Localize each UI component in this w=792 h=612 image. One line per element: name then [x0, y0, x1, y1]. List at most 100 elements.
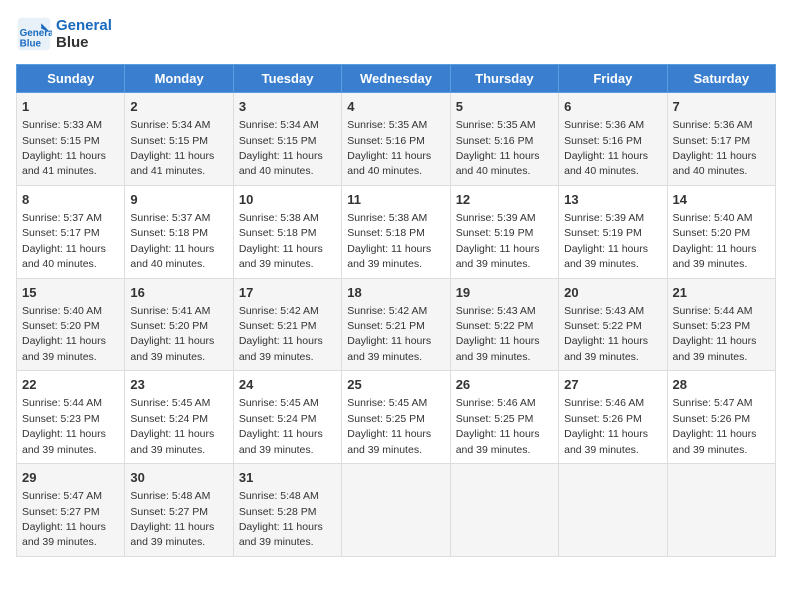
day-number: 15	[22, 284, 119, 302]
sunset-info: Sunset: 5:22 PM	[564, 320, 642, 332]
day-number: 25	[347, 376, 444, 394]
sunset-info: Sunset: 5:15 PM	[22, 135, 100, 147]
daylight-info: Daylight: 11 hours and 40 minutes.	[239, 150, 323, 177]
sunset-info: Sunset: 5:27 PM	[22, 506, 100, 518]
daylight-info: Daylight: 11 hours and 41 minutes.	[22, 150, 106, 177]
sunrise-info: Sunrise: 5:42 AM	[239, 305, 319, 317]
calendar-row: 29 Sunrise: 5:47 AM Sunset: 5:27 PM Dayl…	[17, 464, 776, 557]
day-number: 22	[22, 376, 119, 394]
sunrise-info: Sunrise: 5:45 AM	[239, 397, 319, 409]
sunset-info: Sunset: 5:27 PM	[130, 506, 208, 518]
daylight-info: Daylight: 11 hours and 39 minutes.	[456, 428, 540, 455]
sunset-info: Sunset: 5:18 PM	[347, 227, 425, 239]
dow-header: Monday	[125, 65, 233, 93]
calendar-cell	[342, 464, 450, 557]
calendar-cell: 25 Sunrise: 5:45 AM Sunset: 5:25 PM Dayl…	[342, 371, 450, 464]
sunset-info: Sunset: 5:24 PM	[239, 413, 317, 425]
sunrise-info: Sunrise: 5:37 AM	[22, 212, 102, 224]
sunrise-info: Sunrise: 5:46 AM	[456, 397, 536, 409]
day-number: 2	[130, 98, 227, 116]
sunset-info: Sunset: 5:16 PM	[456, 135, 534, 147]
page-header: General Blue GeneralBlue	[16, 16, 776, 52]
sunset-info: Sunset: 5:15 PM	[130, 135, 208, 147]
day-number: 18	[347, 284, 444, 302]
sunrise-info: Sunrise: 5:44 AM	[22, 397, 102, 409]
daylight-info: Daylight: 11 hours and 40 minutes.	[347, 150, 431, 177]
day-number: 21	[673, 284, 770, 302]
daylight-info: Daylight: 11 hours and 39 minutes.	[564, 428, 648, 455]
dow-header: Friday	[559, 65, 667, 93]
daylight-info: Daylight: 11 hours and 39 minutes.	[130, 335, 214, 362]
sunrise-info: Sunrise: 5:48 AM	[239, 490, 319, 502]
calendar-cell: 15 Sunrise: 5:40 AM Sunset: 5:20 PM Dayl…	[17, 278, 125, 371]
daylight-info: Daylight: 11 hours and 39 minutes.	[130, 428, 214, 455]
calendar-cell: 23 Sunrise: 5:45 AM Sunset: 5:24 PM Dayl…	[125, 371, 233, 464]
sunset-info: Sunset: 5:18 PM	[239, 227, 317, 239]
sunrise-info: Sunrise: 5:33 AM	[22, 119, 102, 131]
calendar-cell: 30 Sunrise: 5:48 AM Sunset: 5:27 PM Dayl…	[125, 464, 233, 557]
daylight-info: Daylight: 11 hours and 39 minutes.	[456, 335, 540, 362]
calendar-cell: 2 Sunrise: 5:34 AM Sunset: 5:15 PM Dayli…	[125, 93, 233, 186]
dow-header: Thursday	[450, 65, 558, 93]
calendar-cell: 9 Sunrise: 5:37 AM Sunset: 5:18 PM Dayli…	[125, 185, 233, 278]
sunset-info: Sunset: 5:18 PM	[130, 227, 208, 239]
day-number: 3	[239, 98, 336, 116]
daylight-info: Daylight: 11 hours and 40 minutes.	[673, 150, 757, 177]
sunrise-info: Sunrise: 5:43 AM	[456, 305, 536, 317]
daylight-info: Daylight: 11 hours and 39 minutes.	[22, 428, 106, 455]
day-number: 31	[239, 469, 336, 487]
daylight-info: Daylight: 11 hours and 39 minutes.	[22, 521, 106, 548]
day-number: 28	[673, 376, 770, 394]
sunrise-info: Sunrise: 5:35 AM	[456, 119, 536, 131]
day-number: 10	[239, 191, 336, 209]
day-number: 19	[456, 284, 553, 302]
sunset-info: Sunset: 5:21 PM	[347, 320, 425, 332]
day-number: 4	[347, 98, 444, 116]
daylight-info: Daylight: 11 hours and 39 minutes.	[239, 428, 323, 455]
sunrise-info: Sunrise: 5:40 AM	[22, 305, 102, 317]
sunrise-info: Sunrise: 5:43 AM	[564, 305, 644, 317]
sunset-info: Sunset: 5:20 PM	[130, 320, 208, 332]
sunset-info: Sunset: 5:25 PM	[456, 413, 534, 425]
calendar-cell	[667, 464, 775, 557]
sunset-info: Sunset: 5:28 PM	[239, 506, 317, 518]
daylight-info: Daylight: 11 hours and 39 minutes.	[239, 243, 323, 270]
calendar-cell: 13 Sunrise: 5:39 AM Sunset: 5:19 PM Dayl…	[559, 185, 667, 278]
calendar-cell: 31 Sunrise: 5:48 AM Sunset: 5:28 PM Dayl…	[233, 464, 341, 557]
calendar-cell	[559, 464, 667, 557]
daylight-info: Daylight: 11 hours and 39 minutes.	[673, 428, 757, 455]
daylight-info: Daylight: 11 hours and 39 minutes.	[22, 335, 106, 362]
calendar-cell: 14 Sunrise: 5:40 AM Sunset: 5:20 PM Dayl…	[667, 185, 775, 278]
sunset-info: Sunset: 5:21 PM	[239, 320, 317, 332]
sunset-info: Sunset: 5:19 PM	[456, 227, 534, 239]
sunset-info: Sunset: 5:23 PM	[22, 413, 100, 425]
calendar-cell: 1 Sunrise: 5:33 AM Sunset: 5:15 PM Dayli…	[17, 93, 125, 186]
sunset-info: Sunset: 5:26 PM	[564, 413, 642, 425]
sunrise-info: Sunrise: 5:36 AM	[673, 119, 753, 131]
daylight-info: Daylight: 11 hours and 40 minutes.	[22, 243, 106, 270]
sunrise-info: Sunrise: 5:38 AM	[347, 212, 427, 224]
calendar-table: SundayMondayTuesdayWednesdayThursdayFrid…	[16, 64, 776, 557]
day-number: 16	[130, 284, 227, 302]
sunrise-info: Sunrise: 5:36 AM	[564, 119, 644, 131]
sunset-info: Sunset: 5:17 PM	[22, 227, 100, 239]
calendar-cell: 22 Sunrise: 5:44 AM Sunset: 5:23 PM Dayl…	[17, 371, 125, 464]
svg-text:Blue: Blue	[20, 39, 42, 50]
sunrise-info: Sunrise: 5:47 AM	[673, 397, 753, 409]
sunrise-info: Sunrise: 5:39 AM	[456, 212, 536, 224]
day-number: 26	[456, 376, 553, 394]
calendar-cell: 16 Sunrise: 5:41 AM Sunset: 5:20 PM Dayl…	[125, 278, 233, 371]
day-number: 23	[130, 376, 227, 394]
sunrise-info: Sunrise: 5:35 AM	[347, 119, 427, 131]
calendar-cell: 10 Sunrise: 5:38 AM Sunset: 5:18 PM Dayl…	[233, 185, 341, 278]
daylight-info: Daylight: 11 hours and 39 minutes.	[347, 335, 431, 362]
day-number: 20	[564, 284, 661, 302]
calendar-cell	[450, 464, 558, 557]
day-number: 7	[673, 98, 770, 116]
sunset-info: Sunset: 5:20 PM	[673, 227, 751, 239]
calendar-cell: 17 Sunrise: 5:42 AM Sunset: 5:21 PM Dayl…	[233, 278, 341, 371]
calendar-cell: 4 Sunrise: 5:35 AM Sunset: 5:16 PM Dayli…	[342, 93, 450, 186]
calendar-row: 22 Sunrise: 5:44 AM Sunset: 5:23 PM Dayl…	[17, 371, 776, 464]
calendar-cell: 20 Sunrise: 5:43 AM Sunset: 5:22 PM Dayl…	[559, 278, 667, 371]
calendar-row: 1 Sunrise: 5:33 AM Sunset: 5:15 PM Dayli…	[17, 93, 776, 186]
